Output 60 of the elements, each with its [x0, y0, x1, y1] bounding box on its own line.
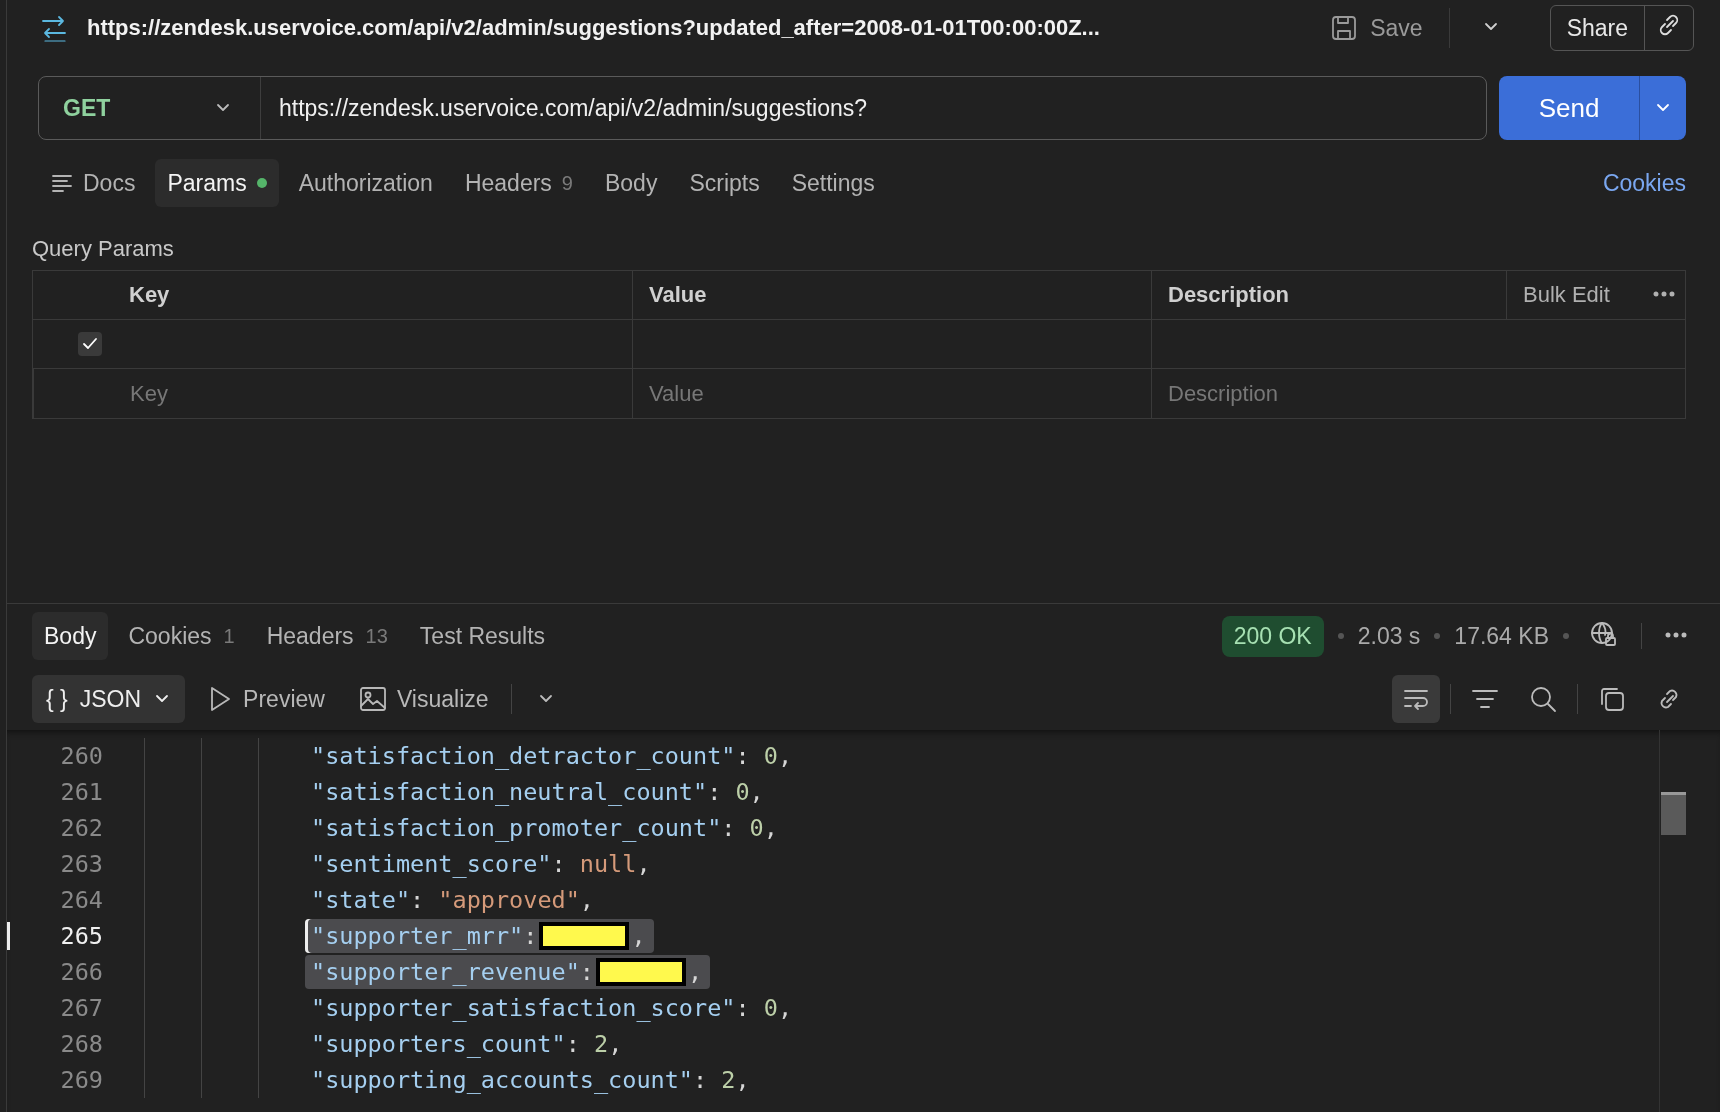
section-title: Query Params — [32, 235, 175, 263]
code-line: "supporting_accounts_count": 2, — [310, 1065, 751, 1096]
line-number: 265 — [7, 922, 103, 950]
code-line: "supporters_count": 2, — [310, 1029, 624, 1060]
code-line: "satisfaction_neutral_count": 0, — [310, 777, 765, 808]
lines-icon — [51, 172, 73, 194]
line-number: 262 — [59, 814, 103, 842]
format-select[interactable]: { } JSON — [32, 675, 186, 723]
column-header: Value — [649, 282, 707, 308]
response-tab[interactable]: Body — [32, 612, 109, 660]
wrap-lines-button[interactable] — [1392, 675, 1440, 723]
line-number: 261 — [59, 778, 103, 806]
line-number: 260 — [59, 742, 103, 770]
link-icon — [1657, 13, 1681, 37]
response-size: 17.64 KB — [1454, 622, 1549, 650]
image-icon — [358, 685, 387, 713]
line-number: 266 — [59, 958, 103, 986]
param-field[interactable]: Value — [633, 369, 1151, 418]
request-tab[interactable]: Authorization — [286, 159, 445, 207]
request-tab[interactable]: Headers 9 — [452, 159, 585, 207]
param-field[interactable]: Description — [1152, 369, 1686, 418]
method-select[interactable]: GET — [39, 77, 261, 139]
cookies-link[interactable]: Cookies — [1602, 169, 1686, 197]
request-tab[interactable]: Scripts — [677, 159, 772, 207]
line-number: 264 — [59, 886, 103, 914]
visualize-button[interactable]: Visualize — [346, 685, 501, 713]
save-icon — [1330, 14, 1359, 42]
scrollbar-thumb[interactable] — [1661, 792, 1686, 835]
preview-button[interactable]: Preview — [195, 685, 337, 713]
save-button[interactable]: Save — [1322, 10, 1431, 46]
line-number: 269 — [59, 1066, 103, 1094]
response-tab[interactable]: Test Results — [407, 612, 558, 660]
line-number: 263 — [59, 850, 103, 878]
table-cell[interactable] — [632, 320, 1151, 369]
request-title: https://zendesk.uservoice.com/api/v2/admin/suggestions?updated_after=2008-01-01T00:00:00Z... — [87, 15, 1101, 41]
line-number: 268 — [59, 1030, 103, 1058]
search-icon — [1529, 685, 1557, 713]
param-field[interactable]: Key — [34, 369, 632, 418]
copy-icon — [1598, 685, 1626, 713]
request-tab[interactable]: Settings — [779, 159, 887, 207]
bulk-edit-button[interactable]: Bulk Edit — [1523, 282, 1610, 308]
docs-tab[interactable]: Docs — [39, 159, 148, 207]
response-tab[interactable]: Headers 13 — [254, 612, 400, 660]
code-line: "satisfaction_detractor_count": 0, — [310, 741, 794, 772]
status-badge: 200 OK — [1221, 615, 1324, 657]
response-tab[interactable]: Cookies 1 — [116, 612, 247, 660]
url-field[interactable]: GET https://zendesk.uservoice.com/api/v2/admin/suggestions? — [38, 76, 1487, 140]
column-header: Description — [1168, 282, 1290, 308]
code-line: "satisfaction_promoter_count": 0, — [310, 813, 779, 844]
code-line: "state": "approved", — [310, 885, 595, 916]
column-header: Key — [129, 282, 170, 308]
code-line: "sentiment_score": null, — [310, 849, 652, 880]
request-tab[interactable]: Body — [592, 159, 670, 207]
table-cell[interactable] — [1151, 320, 1686, 369]
arrows-icon — [39, 13, 69, 43]
checkbox[interactable] — [78, 332, 102, 356]
code-line: "supporter_satisfaction_score": 0, — [310, 993, 794, 1024]
response-time: 2.03 s — [1357, 622, 1421, 650]
line-number: 267 — [59, 994, 103, 1022]
request-tab[interactable]: Params — [155, 159, 279, 207]
